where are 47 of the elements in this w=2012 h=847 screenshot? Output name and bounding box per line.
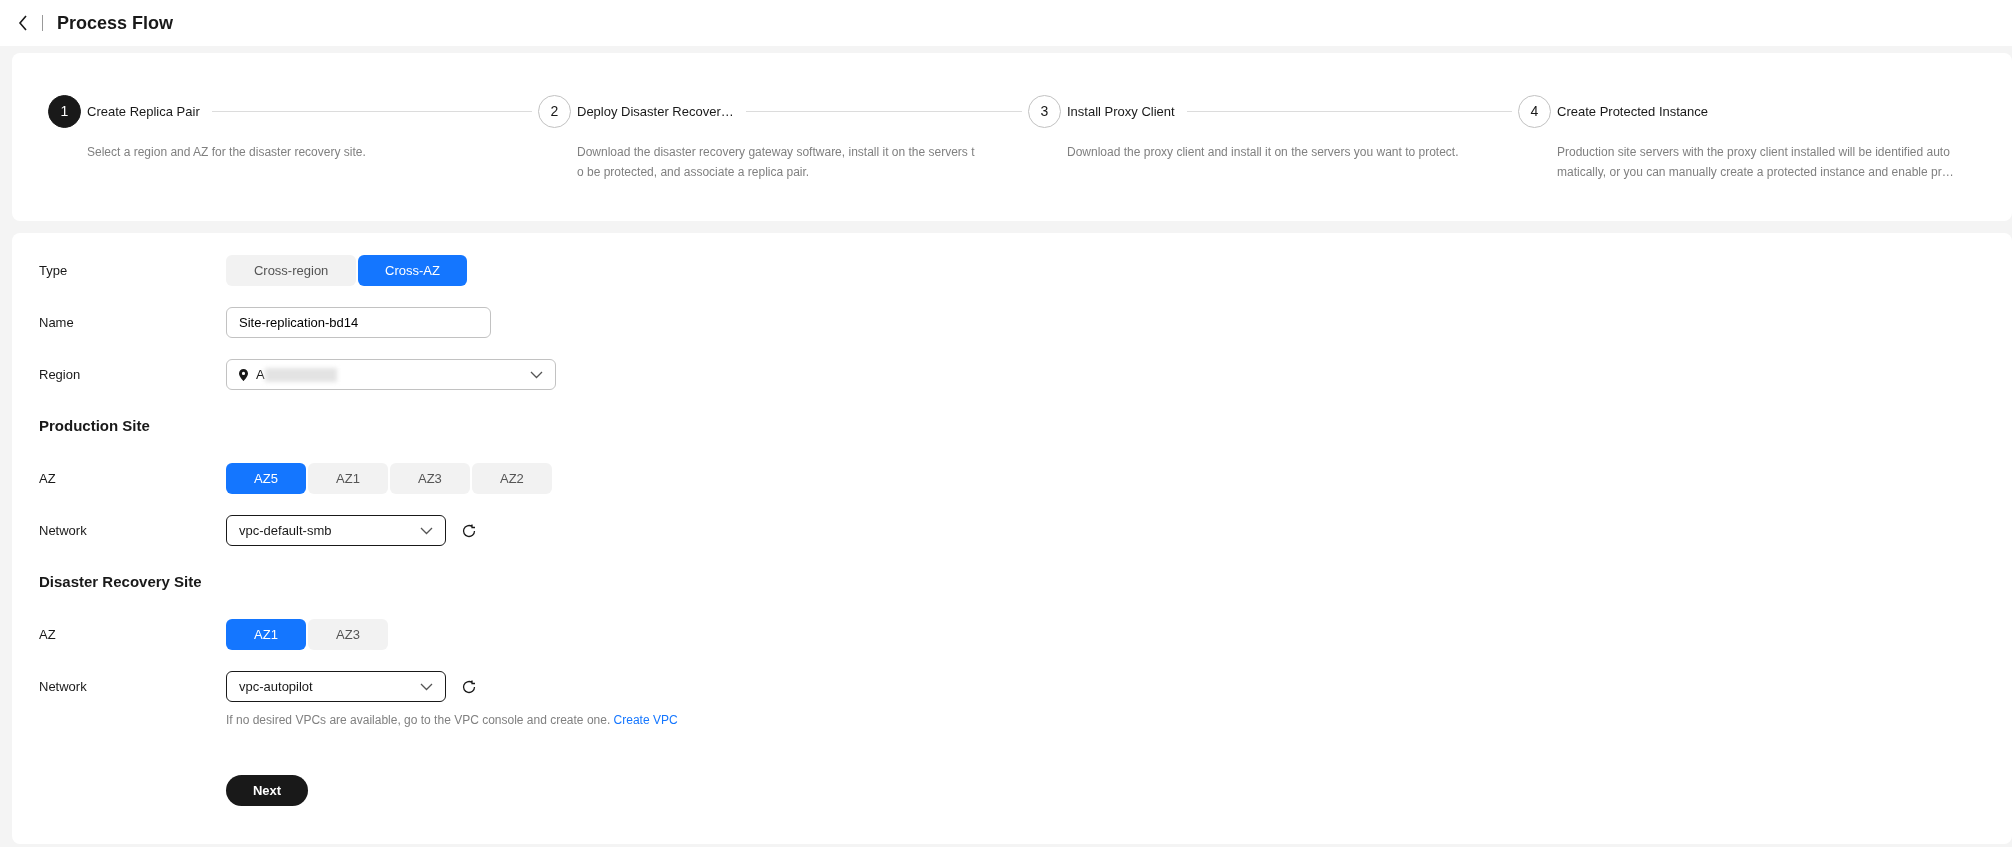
az-option[interactable]: AZ3: [389, 463, 470, 494]
refresh-icon[interactable]: [462, 523, 476, 538]
back-icon[interactable]: [18, 15, 28, 31]
name-input[interactable]: Site-replication-bd14: [226, 307, 491, 338]
az-option[interactable]: AZ1: [307, 463, 388, 494]
network-select[interactable]: vpc-autopilot: [226, 671, 446, 702]
section-heading: Production Site: [39, 416, 151, 437]
step-number: 1: [48, 95, 81, 128]
step-description: Download the disaster recovery gateway software, install it on the servers t o be protected, and associate a replica pair.: [577, 144, 976, 181]
step-description: Download the proxy client and install it on the servers you want to protect.: [1067, 144, 1460, 161]
field-label: AZ: [39, 625, 57, 644]
step-number: 4: [1518, 95, 1551, 128]
refresh-icon[interactable]: [462, 679, 476, 694]
az-option[interactable]: AZ1: [226, 619, 306, 650]
hint-text: If no desired VPCs are available, go to the VPC console and create one. Create VPC: [226, 712, 679, 729]
network-value: vpc-default-smb: [239, 521, 333, 540]
chevron-down-icon: [530, 370, 543, 379]
next-button[interactable]: Next: [226, 775, 308, 806]
network-select[interactable]: vpc-default-smb: [226, 515, 446, 546]
step-description: Production site servers with the proxy client installed will be identified auto matically, or you can manually create a protected instance and enable pr…: [1557, 144, 1955, 181]
location-pin-icon: [239, 368, 248, 381]
step-title: Create Protected Instance: [1557, 102, 1709, 121]
section-heading: Disaster Recovery Site: [39, 572, 203, 593]
type-option[interactable]: Cross-AZ: [358, 255, 467, 286]
az-option[interactable]: AZ5: [226, 463, 306, 494]
step-title: Create Replica Pair: [87, 102, 200, 121]
field-label: Region: [39, 365, 82, 384]
step-number: 2: [538, 95, 571, 128]
step-number: 3: [1028, 95, 1061, 128]
field-label: Type: [39, 261, 69, 280]
region-select[interactable]: A: [226, 359, 556, 390]
field-label: Name: [39, 313, 75, 332]
network-value: vpc-autopilot: [239, 677, 314, 696]
page-title: Process Flow: [57, 11, 174, 35]
step-description: Select a region and AZ for the disaster recovery site.: [87, 144, 367, 161]
step-title: Install Proxy Client: [1067, 102, 1175, 121]
step-title: Deploy Disaster Recover…: [577, 102, 734, 121]
create-vpc-link[interactable]: Create VPC: [613, 713, 678, 727]
type-option[interactable]: Cross-region: [226, 255, 357, 286]
field-label: Network: [39, 677, 88, 696]
az-option[interactable]: AZ2: [471, 463, 552, 494]
region-value: A: [256, 365, 265, 384]
field-label: AZ: [39, 469, 57, 488]
field-label: Network: [39, 521, 88, 540]
chevron-down-icon: [420, 526, 433, 535]
az-option[interactable]: AZ3: [307, 619, 388, 650]
chevron-down-icon: [420, 682, 433, 691]
